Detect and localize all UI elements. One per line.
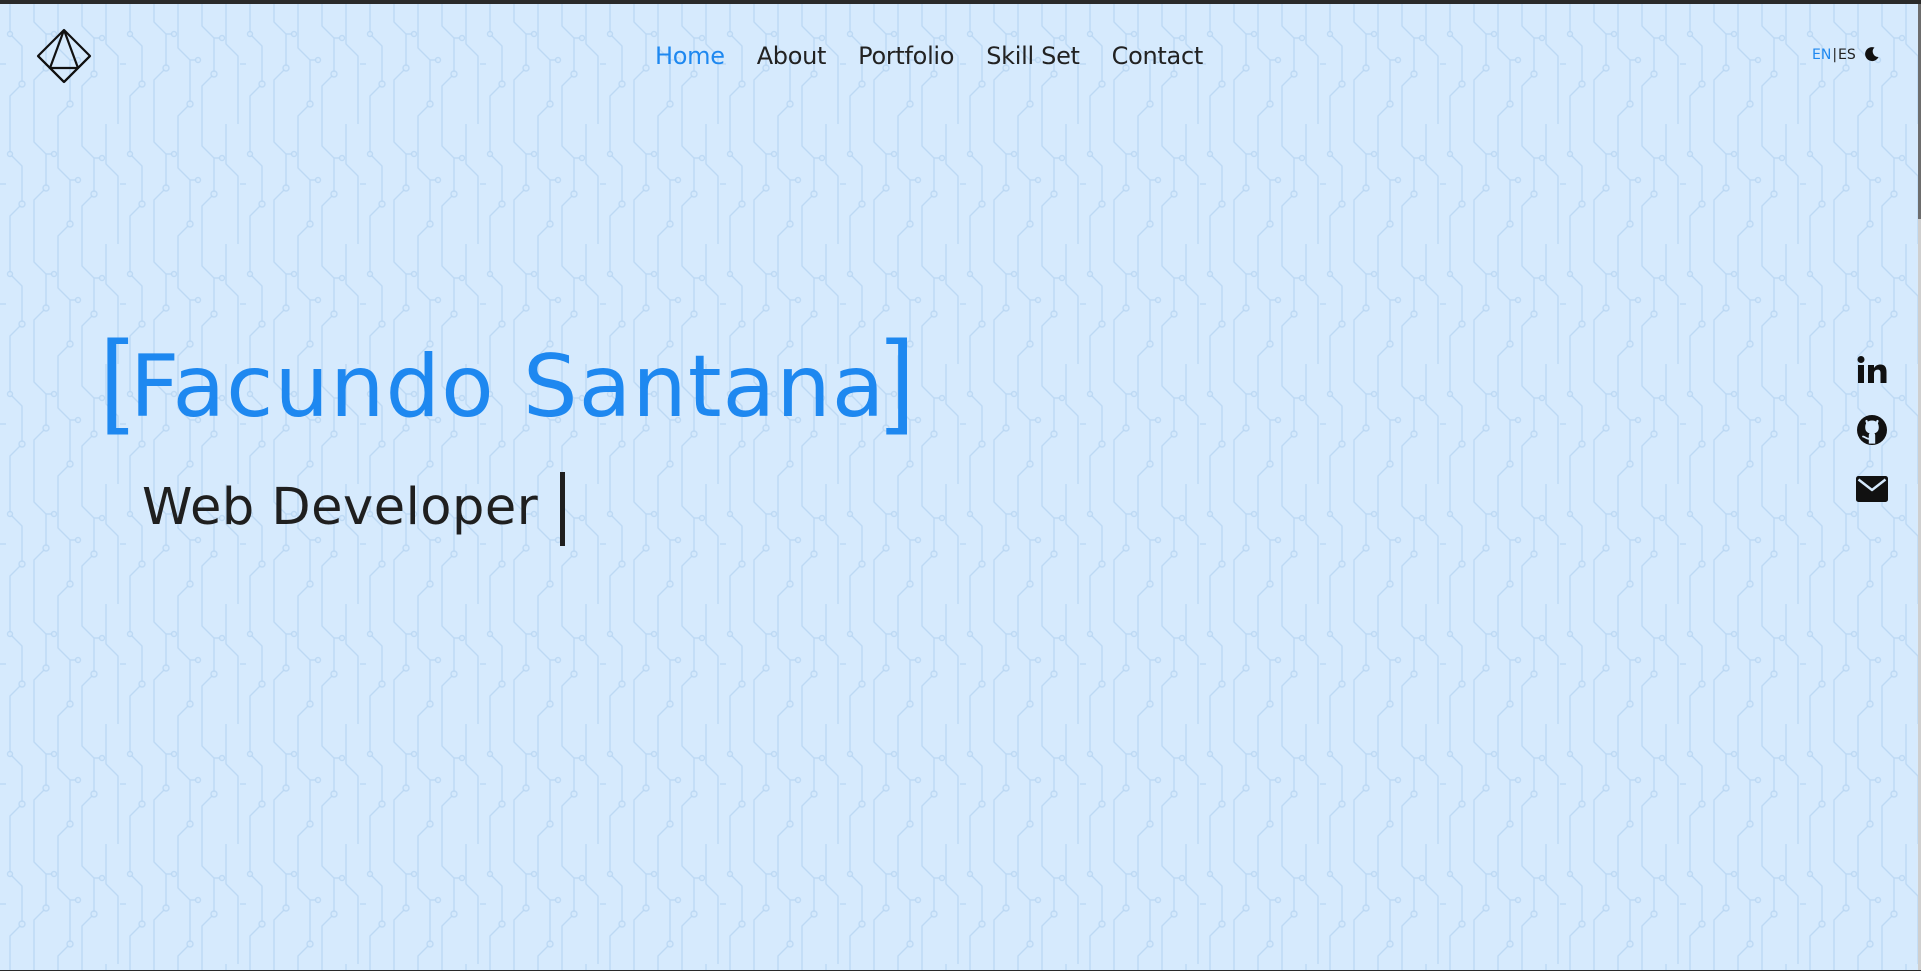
- moon-icon[interactable]: [1864, 46, 1880, 62]
- hero-open-bracket: [: [100, 320, 130, 436]
- hero-name: [Facundo Santana]: [100, 326, 915, 433]
- nav-item-home[interactable]: Home: [655, 42, 725, 70]
- page-background: Home About Portfolio Skill Set Contact E…: [0, 4, 1918, 970]
- language-switcher: EN | ES: [1812, 47, 1856, 63]
- envelope-icon[interactable]: [1854, 476, 1890, 502]
- nav-item-portfolio[interactable]: Portfolio: [858, 42, 954, 70]
- typing-cursor: [560, 472, 566, 546]
- nav-item-contact[interactable]: Contact: [1112, 42, 1204, 70]
- language-separator: |: [1832, 47, 1838, 63]
- main-navigation: Home About Portfolio Skill Set Contact: [655, 42, 1235, 70]
- hero-role: Web Developer: [142, 470, 566, 546]
- nav-item-skill-set[interactable]: Skill Set: [986, 42, 1080, 70]
- language-option-en[interactable]: EN: [1812, 47, 1831, 63]
- octahedron-logo-icon[interactable]: [36, 28, 92, 84]
- hero-name-text: Facundo Santana: [129, 337, 886, 437]
- nav-item-about[interactable]: About: [757, 42, 827, 70]
- hero-close-bracket: ]: [885, 320, 916, 436]
- github-icon[interactable]: [1854, 414, 1890, 446]
- language-option-es[interactable]: ES: [1838, 47, 1856, 63]
- hero-role-text: Web Developer: [142, 477, 539, 537]
- linkedin-icon[interactable]: [1854, 356, 1890, 384]
